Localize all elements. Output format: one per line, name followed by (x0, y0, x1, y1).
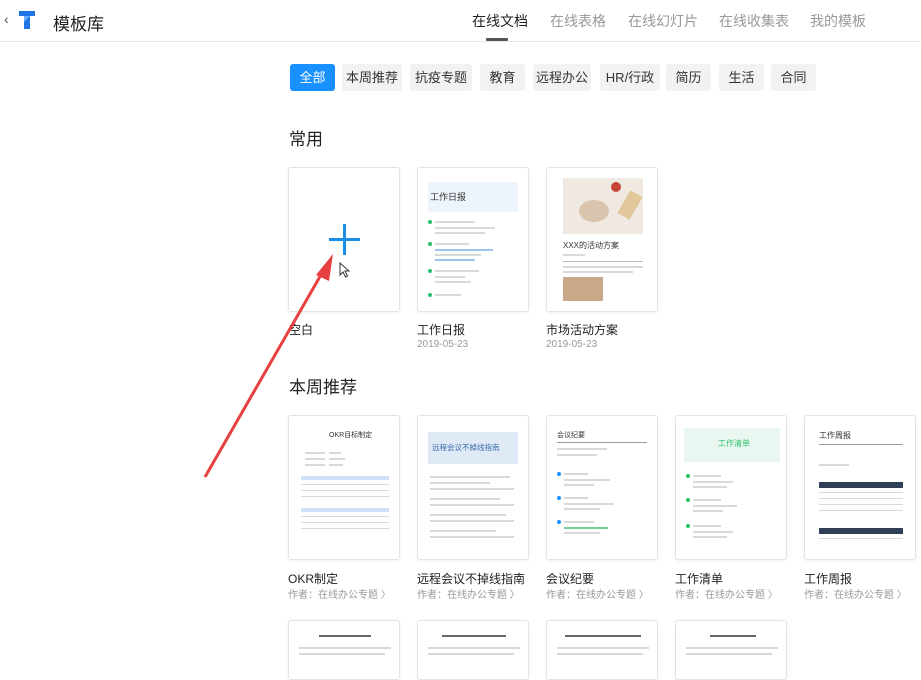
filter-epidemic[interactable]: 抗疫专题 (410, 64, 472, 91)
thumb-title: 工作周报 (819, 431, 851, 440)
template-card-work-checklist[interactable]: 工作清单 (675, 415, 787, 560)
card-name-meeting-minutes: 会议纪要 (546, 572, 595, 586)
template-library-logo-icon[interactable] (16, 9, 38, 31)
card-author-remote-meeting[interactable]: 作者：在线办公专题 〉 (417, 586, 520, 601)
card-date-daily-report: 2019-05-23 (417, 339, 469, 350)
card-name-weekly-report: 工作周报 (804, 572, 853, 586)
thumb-title: OKR目标制定 (329, 432, 373, 439)
card-date-marketing-plan: 2019-05-23 (546, 339, 598, 350)
template-card-row3-1[interactable] (288, 620, 400, 680)
filter-weekly[interactable]: 本周推荐 (342, 64, 402, 91)
section-title-weekly: 本周推荐 (289, 378, 357, 397)
thumb-title: XXX的活动方案 (563, 241, 620, 250)
filter-resume[interactable]: 简历 (666, 64, 711, 91)
mouse-cursor-icon (339, 262, 351, 278)
template-card-meeting-minutes[interactable]: 会议纪要 (546, 415, 658, 560)
template-card-blank[interactable] (288, 167, 400, 312)
template-card-marketing-plan[interactable]: XXX的活动方案 (546, 167, 658, 312)
active-tab-indicator (486, 38, 508, 41)
tab-online-docs[interactable]: 在线文档 (472, 11, 528, 31)
thumb-title: 远程会议不掉线指南 (432, 443, 500, 452)
card-name-okr: OKR制定 (288, 572, 339, 586)
template-card-weekly-report[interactable]: 工作周报 (804, 415, 916, 560)
thumb-photo (563, 178, 643, 234)
card-name-marketing-plan: 市场活动方案 (546, 323, 619, 337)
back-chevron-icon[interactable]: ‹ (4, 11, 9, 27)
template-card-row3-4[interactable] (675, 620, 787, 680)
card-author-meeting-minutes[interactable]: 作者：在线办公专题 〉 (546, 586, 649, 601)
thumb-photo-2 (563, 277, 603, 301)
filter-life[interactable]: 生活 (719, 64, 764, 91)
plus-icon-vertical (343, 224, 346, 255)
tab-online-forms[interactable]: 在线收集表 (719, 11, 789, 31)
card-name-work-checklist: 工作清单 (675, 572, 724, 586)
card-name-daily-report: 工作日报 (417, 323, 466, 337)
filter-education[interactable]: 教育 (480, 64, 525, 91)
top-bar: ‹ 模板库 在线文档 在线表格 在线幻灯片 在线收集表 我的模板 (0, 0, 921, 42)
thumb-title: 工作清单 (718, 439, 750, 448)
template-card-daily-report[interactable]: 工作日报 (417, 167, 529, 312)
tab-online-sheets[interactable]: 在线表格 (550, 11, 606, 31)
card-author-okr[interactable]: 作者：在线办公专题 〉 (288, 586, 391, 601)
card-author-work-checklist[interactable]: 作者：在线办公专题 〉 (675, 586, 778, 601)
card-name-remote-meeting: 远程会议不掉线指南 (417, 572, 526, 586)
filter-all[interactable]: 全部 (290, 64, 335, 91)
filter-contract[interactable]: 合同 (771, 64, 816, 91)
template-card-row3-2[interactable] (417, 620, 529, 680)
card-author-weekly-report[interactable]: 作者：在线办公专题 〉 (804, 586, 907, 601)
template-card-row3-3[interactable] (546, 620, 658, 680)
tab-online-slides[interactable]: 在线幻灯片 (628, 11, 698, 31)
filter-hr-admin[interactable]: HR/行政 (600, 64, 660, 91)
app-title: 模板库 (53, 15, 104, 34)
template-card-remote-meeting[interactable]: 远程会议不掉线指南 (417, 415, 529, 560)
tab-my-templates[interactable]: 我的模板 (810, 11, 866, 31)
thumb-title: 会议纪要 (557, 432, 585, 439)
section-title-common: 常用 (289, 130, 323, 149)
card-name-blank: 空白 (289, 323, 314, 337)
template-card-okr[interactable]: OKR目标制定 (288, 415, 400, 560)
thumb-title: 工作日报 (430, 192, 467, 202)
filter-remote-work[interactable]: 远程办公 (533, 64, 591, 91)
